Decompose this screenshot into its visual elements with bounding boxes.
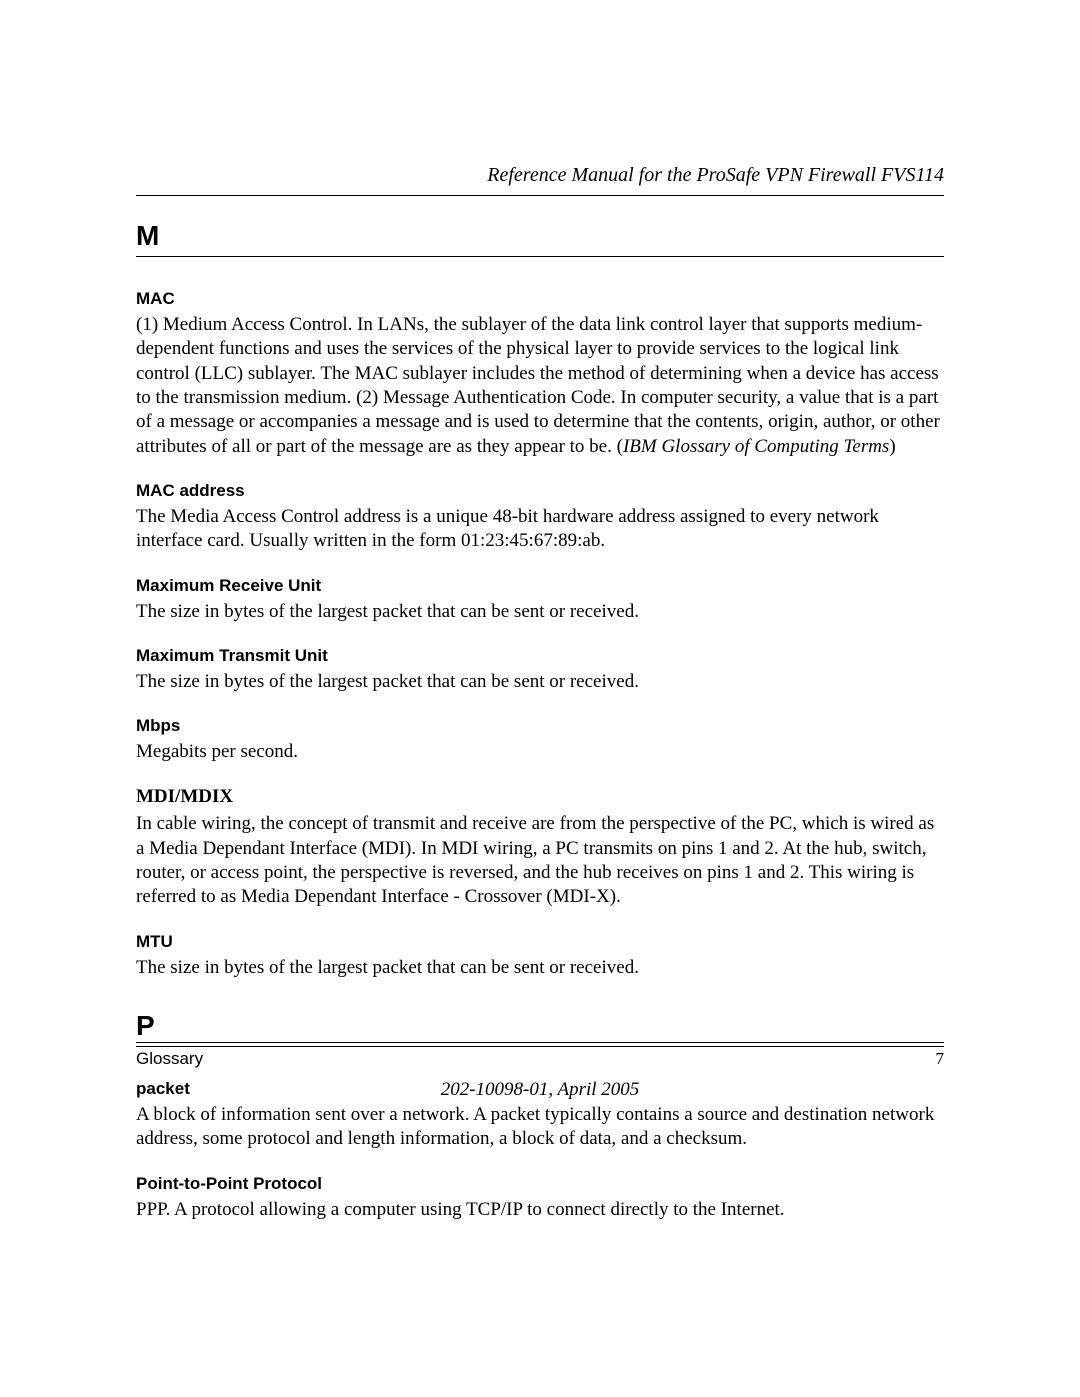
glossary-term: MDI/MDIX [136, 786, 944, 808]
glossary-entry: Mbps Megabits per second. [136, 716, 944, 764]
definition-italic: IBM Glossary of Computing Terms [623, 436, 889, 457]
definition-text: ) [889, 436, 895, 457]
section-letter-m: M [136, 220, 944, 252]
page-content: Reference Manual for the ProSafe VPN Fir… [0, 0, 1080, 1222]
glossary-definition: The size in bytes of the largest packet … [136, 600, 944, 624]
section-letter-p: P [136, 1010, 944, 1042]
glossary-definition: A block of information sent over a netwo… [136, 1103, 944, 1152]
glossary-term: MTU [136, 932, 944, 952]
glossary-term: MAC address [136, 481, 944, 501]
footer-rule [136, 1042, 944, 1043]
glossary-term: Point-to-Point Protocol [136, 1174, 944, 1194]
glossary-term: Mbps [136, 716, 944, 736]
page-footer: Glossary 7 202-10098-01, April 2005 [136, 1042, 944, 1101]
footer-page-number: 7 [936, 1049, 945, 1069]
glossary-definition: The size in bytes of the largest packet … [136, 956, 944, 980]
glossary-entry: Maximum Receive Unit The size in bytes o… [136, 576, 944, 624]
glossary-entry: Maximum Transmit Unit The size in bytes … [136, 646, 944, 694]
glossary-definition: (1) Medium Access Control. In LANs, the … [136, 313, 944, 459]
footer-document-number: 202-10098-01, April 2005 [136, 1079, 944, 1101]
section-rule-m [136, 256, 944, 257]
glossary-entry: MAC (1) Medium Access Control. In LANs, … [136, 289, 944, 459]
header-rule [136, 195, 944, 196]
glossary-entry: MDI/MDIX In cable wiring, the concept of… [136, 786, 944, 909]
glossary-definition: Megabits per second. [136, 740, 944, 764]
footer-section-name: Glossary [136, 1049, 203, 1069]
glossary-entry: MTU The size in bytes of the largest pac… [136, 932, 944, 980]
glossary-definition: The size in bytes of the largest packet … [136, 670, 944, 694]
glossary-definition: PPP. A protocol allowing a computer usin… [136, 1198, 944, 1222]
glossary-entry: Point-to-Point Protocol PPP. A protocol … [136, 1174, 944, 1222]
glossary-definition: In cable wiring, the concept of transmit… [136, 812, 944, 909]
glossary-term: Maximum Transmit Unit [136, 646, 944, 666]
document-header-title: Reference Manual for the ProSafe VPN Fir… [136, 164, 944, 187]
glossary-entry: MAC address The Media Access Control add… [136, 481, 944, 554]
glossary-definition: The Media Access Control address is a un… [136, 505, 944, 554]
footer-row: Glossary 7 [136, 1049, 944, 1069]
glossary-term: MAC [136, 289, 944, 309]
glossary-term: Maximum Receive Unit [136, 576, 944, 596]
